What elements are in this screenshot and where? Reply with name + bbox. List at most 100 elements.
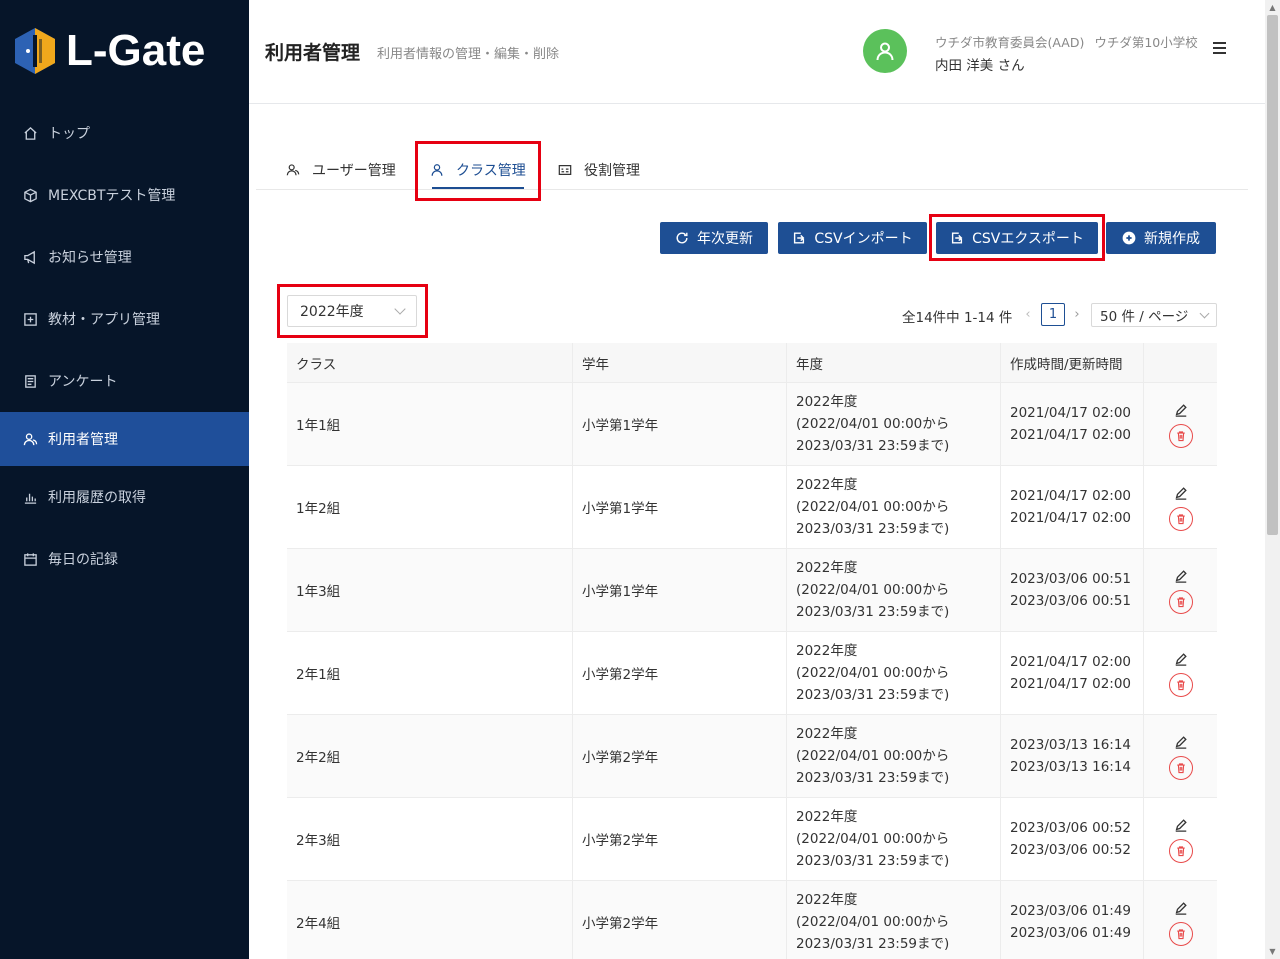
delete-icon[interactable] xyxy=(1168,590,1193,614)
scroll-up-arrow-icon[interactable]: ▲ xyxy=(1265,0,1280,15)
csv-import-button[interactable]: CSVインポート xyxy=(778,222,927,254)
cell-timestamps: 2023/03/06 00:52 2023/03/06 00:52 xyxy=(1001,798,1144,880)
csv-export-button[interactable]: CSVエクスポート xyxy=(936,222,1098,254)
tab-class-management[interactable]: クラス管理 xyxy=(430,150,526,190)
table-header-row: クラス 学年 年度 作成時間/更新時間 xyxy=(287,343,1217,383)
page-size-select[interactable]: 50 件 / ページ xyxy=(1091,303,1217,327)
edit-icon[interactable] xyxy=(1169,483,1193,503)
sidebar-item-daily-record[interactable]: 毎日の記録 xyxy=(0,528,249,590)
cube-icon xyxy=(22,187,38,203)
edit-icon[interactable] xyxy=(1169,566,1193,586)
cell-year: 2022年度 (2022/04/01 00:00から 2023/03/31 23:5… xyxy=(787,466,1001,548)
button-label: CSVエクスポート xyxy=(972,231,1084,247)
sidebar-item-label: お知らせ管理 xyxy=(48,250,132,266)
updated-time: 2023/03/06 01:49 xyxy=(1010,925,1132,941)
sidebar-item-usage-history[interactable]: 利用履歴の取得 xyxy=(0,466,249,528)
page-scrollbar[interactable]: ▲ ▼ xyxy=(1265,0,1280,959)
delete-icon[interactable] xyxy=(1168,756,1193,780)
id-card-icon xyxy=(558,165,572,175)
sidebar-nav: トップ MEXCBTテスト管理 お知らせ管理 教材・アプリ管理 アンケート 利用… xyxy=(0,102,249,590)
cell-grade: 小学第2学年 xyxy=(573,715,787,797)
plus-circle-icon xyxy=(1122,231,1136,245)
delete-icon[interactable] xyxy=(1168,673,1193,697)
scrollbar-thumb[interactable] xyxy=(1267,15,1278,535)
cell-actions xyxy=(1144,798,1217,880)
cell-timestamps: 2021/04/17 02:00 2021/04/17 02:00 xyxy=(1001,383,1144,465)
year-period-start: (2022/04/01 00:00から xyxy=(796,499,950,515)
sidebar-item-materials[interactable]: 教材・アプリ管理 xyxy=(0,288,249,350)
button-label: CSVインポート xyxy=(814,231,913,247)
org-name: ウチダ市教育委員会(AAD) xyxy=(935,35,1085,50)
cell-class: 2年2組 xyxy=(287,715,573,797)
pagination-prev-icon[interactable]: ‹ xyxy=(1021,303,1035,325)
year-label: 2022年度 xyxy=(796,560,858,576)
user-icon xyxy=(431,164,443,176)
cell-grade: 小学第2学年 xyxy=(573,632,787,714)
pagination-next-icon[interactable]: › xyxy=(1070,303,1084,325)
sidebar-item-user-management[interactable]: 利用者管理 xyxy=(0,412,249,466)
app-logo[interactable]: L-Gate xyxy=(14,26,205,76)
sidebar: L-Gate トップ MEXCBTテスト管理 お知らせ管理 教材・アプリ管理 ア… xyxy=(0,0,249,959)
year-period-end: 2023/03/31 23:59まで) xyxy=(796,604,950,620)
year-label: 2022年度 xyxy=(796,394,858,410)
sidebar-item-top[interactable]: トップ xyxy=(0,102,249,164)
year-select-value: 2022年度 xyxy=(300,304,364,320)
year-label: 2022年度 xyxy=(796,726,858,742)
delete-icon[interactable] xyxy=(1168,424,1193,448)
edit-icon[interactable] xyxy=(1169,898,1193,918)
year-period-start: (2022/04/01 00:00から xyxy=(796,748,950,764)
cell-class: 2年4組 xyxy=(287,881,573,959)
pagination-page-1[interactable]: 1 xyxy=(1041,303,1065,326)
delete-icon[interactable] xyxy=(1168,839,1193,863)
table-row: 2年2組 小学第2学年 2022年度 (2022/04/01 00:00から 2023/… xyxy=(287,715,1217,798)
sidebar-item-notices[interactable]: お知らせ管理 xyxy=(0,226,249,288)
column-header-class[interactable]: クラス xyxy=(287,343,573,382)
hamburger-menu-icon[interactable] xyxy=(1213,42,1231,58)
cell-timestamps: 2021/04/17 02:00 2021/04/17 02:00 xyxy=(1001,466,1144,548)
year-period-start: (2022/04/01 00:00から xyxy=(796,582,950,598)
refresh-icon xyxy=(676,232,688,244)
edit-icon[interactable] xyxy=(1169,649,1193,669)
column-header-actions xyxy=(1144,343,1217,382)
create-new-button[interactable]: 新規作成 xyxy=(1106,222,1216,254)
table-row: 2年4組 小学第2学年 2022年度 (2022/04/01 00:00から 2023/… xyxy=(287,881,1217,959)
table-row: 2年1組 小学第2学年 2022年度 (2022/04/01 00:00から 2023/… xyxy=(287,632,1217,715)
plus-square-icon xyxy=(22,311,38,327)
year-period-end: 2023/03/31 23:59まで) xyxy=(796,936,950,952)
button-label: 新規作成 xyxy=(1144,231,1200,247)
tab-user-management[interactable]: ユーザー管理 xyxy=(286,150,396,190)
avatar[interactable] xyxy=(863,29,907,73)
button-label: 年次更新 xyxy=(697,231,753,247)
column-header-timestamps[interactable]: 作成時間/更新時間 xyxy=(1001,343,1144,382)
edit-icon[interactable] xyxy=(1169,400,1193,420)
cell-class: 2年1組 xyxy=(287,632,573,714)
edit-icon[interactable] xyxy=(1169,732,1193,752)
delete-icon[interactable] xyxy=(1168,507,1193,531)
column-header-grade[interactable]: 学年 xyxy=(573,343,787,382)
users-icon xyxy=(286,164,300,176)
updated-time: 2021/04/17 02:00 xyxy=(1010,427,1132,443)
sidebar-item-survey[interactable]: アンケート xyxy=(0,350,249,412)
year-period-end: 2023/03/31 23:59まで) xyxy=(796,687,950,703)
delete-icon[interactable] xyxy=(1168,922,1193,946)
year-period-end: 2023/03/31 23:59まで) xyxy=(796,853,950,869)
annual-update-button[interactable]: 年次更新 xyxy=(660,222,768,254)
cell-year: 2022年度 (2022/04/01 00:00から 2023/03/31 23:5… xyxy=(787,549,1001,631)
edit-icon[interactable] xyxy=(1169,815,1193,835)
cell-year: 2022年度 (2022/04/01 00:00から 2023/03/31 23:5… xyxy=(787,881,1001,959)
year-period-start: (2022/04/01 00:00から xyxy=(796,914,950,930)
year-period-start: (2022/04/01 00:00から xyxy=(796,665,950,681)
updated-time: 2023/03/06 00:51 xyxy=(1010,593,1132,609)
cell-actions xyxy=(1144,632,1217,714)
column-header-year[interactable]: 年度 xyxy=(787,343,1001,382)
year-select[interactable]: 2022年度 xyxy=(287,295,417,327)
scroll-down-arrow-icon[interactable]: ▼ xyxy=(1265,944,1280,959)
table-body: 1年1組 小学第1学年 2022年度 (2022/04/01 00:00から 2023/… xyxy=(287,383,1217,959)
tab-role-management[interactable]: 役割管理 xyxy=(558,150,640,190)
updated-time: 2023/03/06 00:52 xyxy=(1010,842,1132,858)
cell-year: 2022年度 (2022/04/01 00:00から 2023/03/31 23:5… xyxy=(787,715,1001,797)
year-label: 2022年度 xyxy=(796,477,858,493)
app-name: L-Gate xyxy=(66,26,206,75)
year-period-start: (2022/04/01 00:00から xyxy=(796,831,950,847)
sidebar-item-mexcbt[interactable]: MEXCBTテスト管理 xyxy=(0,164,249,226)
